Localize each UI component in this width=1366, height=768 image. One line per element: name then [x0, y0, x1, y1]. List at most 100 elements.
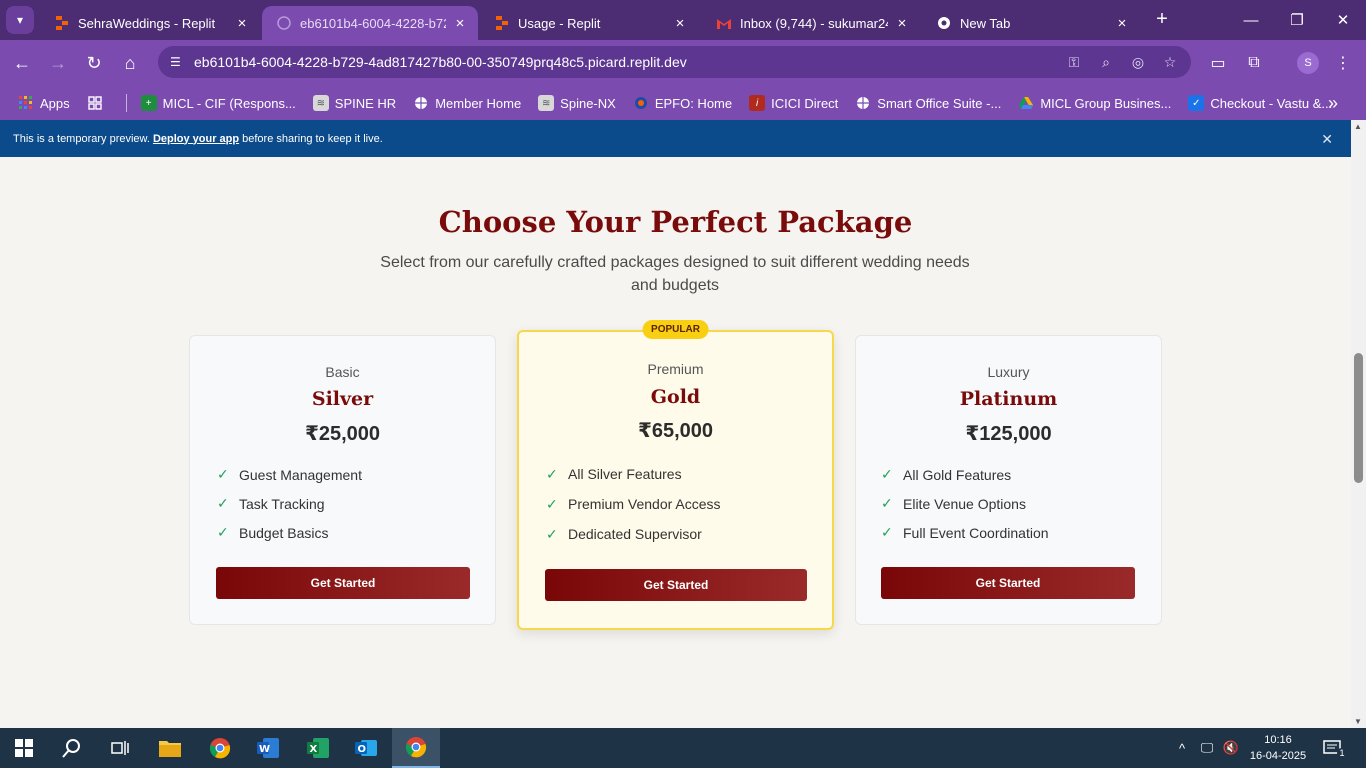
new-tab-button[interactable]: +: [1152, 8, 1172, 30]
bookmark-smart-office[interactable]: Smart Office Suite -...: [855, 95, 1001, 111]
task-view-icon[interactable]: [96, 728, 144, 768]
list-item: ✓ Dedicated Supervisor: [546, 525, 702, 543]
search-icon[interactable]: [48, 728, 96, 768]
bookmark-divider: [125, 94, 127, 112]
package-card-platinum: Luxury Platinum ₹125,000 ✓ All Gold Featu…: [855, 335, 1162, 625]
menu-icon[interactable]: ⋮: [1330, 50, 1356, 76]
outlook-icon[interactable]: O: [342, 728, 390, 768]
close-icon[interactable]: ×: [452, 15, 468, 32]
close-icon[interactable]: ×: [234, 15, 250, 32]
site-info-icon[interactable]: ☰: [170, 55, 192, 69]
minimize-icon[interactable]: —: [1228, 0, 1274, 40]
check-icon: ✓: [546, 525, 558, 542]
scroll-down-icon[interactable]: ▼: [1354, 717, 1362, 726]
tab-title: eb6101b4-6004-4228-b729-: [300, 15, 446, 31]
svg-text:W: W: [259, 744, 270, 755]
deploy-link[interactable]: Deploy your app: [153, 133, 239, 145]
chevron-right-icon[interactable]: »: [1328, 93, 1338, 114]
tab-preview[interactable]: eb6101b4-6004-4228-b729- ×: [262, 6, 478, 40]
bookmark-member-home[interactable]: Member Home: [413, 95, 521, 111]
svg-text:O: O: [358, 744, 367, 755]
get-started-button[interactable]: Get Started: [216, 567, 470, 599]
package-name: Platinum: [959, 388, 1058, 410]
bookmark-checkout[interactable]: ✓ Checkout - Vastu &...: [1188, 95, 1332, 111]
gmail-icon: [716, 15, 732, 31]
reload-icon[interactable]: ↻: [81, 50, 107, 76]
profile-avatar[interactable]: S: [1297, 52, 1319, 74]
zoom-icon[interactable]: ⌕: [1097, 52, 1115, 72]
check-icon: ✓: [217, 524, 229, 540]
spine-icon: ≋: [312, 95, 329, 111]
globe-icon: [855, 95, 871, 111]
system-clock[interactable]: 10:16 16-04-2025: [1248, 732, 1308, 764]
windows-taskbar: W X O ^ 🖵 🔇 10:16 16-04-2025 1: [0, 728, 1366, 768]
close-icon[interactable]: ✕: [1321, 131, 1333, 148]
globe-icon: [276, 15, 292, 31]
screen-icon[interactable]: ▭: [1205, 50, 1231, 76]
file-explorer-icon[interactable]: [146, 728, 194, 768]
chevron-down-icon: ▾: [16, 13, 24, 27]
sheets-icon: +: [140, 95, 157, 111]
bookmark-spine-nx[interactable]: ≋ Spine-NX: [538, 95, 616, 111]
notifications-icon[interactable]: 1: [1318, 728, 1352, 768]
bookmark-micl-group[interactable]: MICL Group Busines...: [1018, 95, 1171, 111]
back-icon[interactable]: ←: [9, 50, 35, 76]
chevron-up-icon[interactable]: ^: [1172, 728, 1192, 768]
package-price: ₹65,000: [637, 420, 714, 442]
tab-search-button[interactable]: ▾: [6, 6, 34, 34]
chrome-active-icon[interactable]: [392, 728, 440, 768]
tab-new-tab[interactable]: New Tab ×: [922, 6, 1140, 40]
svg-text:X: X: [310, 744, 318, 755]
eye-off-icon[interactable]: ◎: [1129, 52, 1147, 72]
url-text[interactable]: eb6101b4-6004-4228-b729-4ad817427b80-00-…: [194, 54, 687, 70]
star-icon[interactable]: ☆: [1161, 52, 1179, 72]
restore-icon[interactable]: ❐: [1274, 0, 1320, 40]
extensions-icon[interactable]: ⧉: [1241, 50, 1267, 76]
close-icon[interactable]: ×: [894, 15, 910, 32]
forward-icon[interactable]: →: [45, 50, 71, 76]
get-started-button[interactable]: Get Started: [545, 569, 807, 601]
tab-inbox[interactable]: Inbox (9,744) - sukumar2420 ×: [702, 6, 920, 40]
drive-icon: [1018, 95, 1034, 111]
bookmark-micl-cif[interactable]: + MICL - CIF (Respons...: [140, 95, 296, 111]
scroll-up-icon[interactable]: ▲: [1354, 122, 1362, 131]
key-icon[interactable]: ⚿: [1065, 52, 1083, 72]
bookmark-grid[interactable]: [87, 95, 109, 111]
notification-count: 1: [1337, 748, 1347, 758]
list-item: ✓ Premium Vendor Access: [546, 495, 721, 513]
list-item: ✓ Elite Venue Options: [881, 495, 1026, 512]
network-icon[interactable]: 🖵: [1196, 728, 1218, 768]
tab-sehraweddings[interactable]: SehraWeddings - Replit ×: [40, 6, 260, 40]
clock-time: 10:16: [1264, 734, 1292, 746]
home-icon[interactable]: ⌂: [117, 50, 143, 76]
chrome-icon[interactable]: [196, 728, 244, 768]
list-item: ✓ Full Event Coordination: [881, 524, 1049, 541]
get-started-button[interactable]: Get Started: [881, 567, 1135, 599]
checkbox-icon: ✓: [1188, 95, 1205, 111]
bookmark-icici[interactable]: i ICICI Direct: [749, 95, 838, 111]
close-window-icon[interactable]: ✕: [1320, 0, 1366, 40]
word-icon[interactable]: W: [244, 728, 292, 768]
page-scrollbar[interactable]: ▲ ▼: [1351, 120, 1366, 728]
tab-title: Inbox (9,744) - sukumar2420: [740, 15, 888, 31]
address-bar[interactable]: ☰ eb6101b4-6004-4228-b729-4ad817427b80-0…: [158, 46, 1191, 78]
close-icon[interactable]: ×: [1114, 15, 1130, 32]
check-icon: ✓: [546, 465, 558, 482]
list-item: ✓ Guest Management: [217, 466, 362, 483]
bookmark-epfo[interactable]: EPFO: Home: [633, 95, 732, 111]
volume-muted-icon[interactable]: 🔇: [1220, 728, 1242, 768]
package-name: Silver: [311, 388, 374, 410]
close-icon[interactable]: ×: [672, 15, 688, 32]
tab-usage[interactable]: Usage - Replit ×: [480, 6, 698, 40]
excel-icon[interactable]: X: [294, 728, 342, 768]
apps-grid-icon: [18, 95, 34, 111]
list-item: ✓ Task Tracking: [217, 495, 325, 512]
scroll-thumb[interactable]: [1354, 353, 1363, 483]
package-tier: Premium: [647, 361, 704, 377]
bookmark-apps[interactable]: Apps: [18, 95, 70, 111]
windows-start-icon[interactable]: [0, 728, 48, 768]
tab-title: Usage - Replit: [518, 15, 601, 31]
bookmark-spine-hr[interactable]: ≋ SPINE HR: [312, 95, 396, 111]
globe-icon: [413, 95, 429, 111]
section-subtitle: Select from our carefully crafted packag…: [380, 254, 970, 294]
